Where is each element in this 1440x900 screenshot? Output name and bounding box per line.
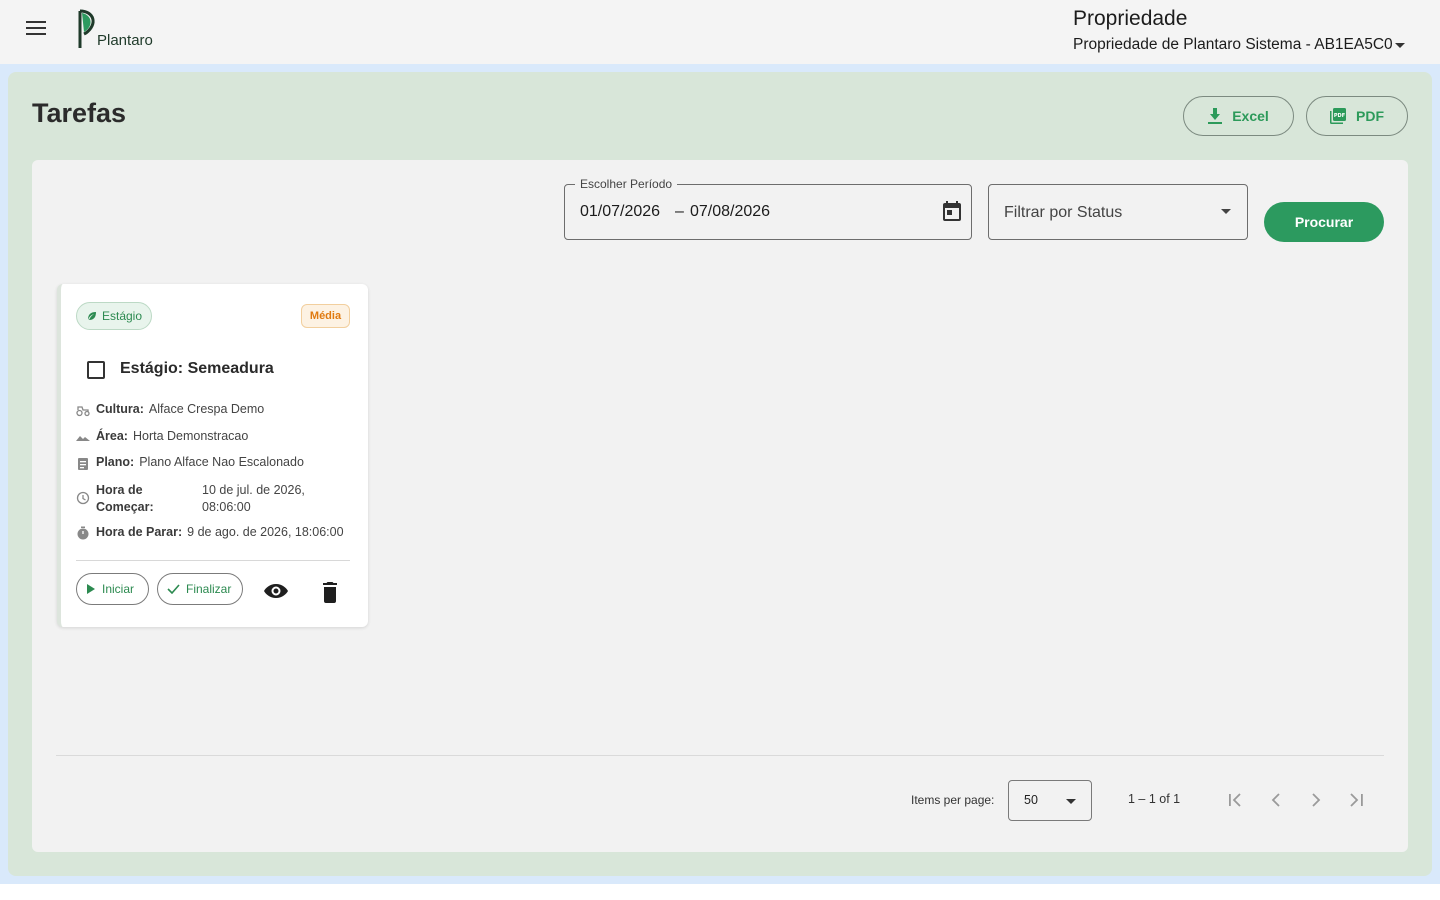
start-time-label: Hora de Começar: <box>96 483 154 514</box>
menu-icon <box>26 21 46 35</box>
area-label: Área: <box>96 429 128 443</box>
timer-icon <box>77 526 89 540</box>
plano-value: Plano Alface Nao Escalonado <box>139 455 304 469</box>
chevron-down-icon <box>1221 209 1231 214</box>
pdf-icon: PDF <box>1330 108 1346 124</box>
finish-task-button[interactable]: Finalizar <box>157 573 243 605</box>
card-divider <box>76 560 350 561</box>
finish-task-label: Finalizar <box>186 582 232 596</box>
search-button[interactable]: Procurar <box>1264 202 1384 242</box>
status-filter-placeholder: Filtrar por Status <box>1004 204 1123 221</box>
first-page-icon <box>1229 793 1241 807</box>
trash-icon[interactable] <box>318 578 342 604</box>
check-icon <box>167 584 180 594</box>
tractor-icon <box>76 406 90 417</box>
date-separator: – <box>675 203 684 220</box>
start-time-value: 10 de jul. de 2026, 08:06:00 <box>202 483 305 514</box>
stop-time-label: Hora de Parar: <box>96 525 183 539</box>
page-range-label: 1 – 1 of 1 <box>1128 792 1181 806</box>
export-excel-button[interactable]: Excel <box>1183 96 1294 136</box>
cultura-value: Alface Crespa Demo <box>148 402 265 416</box>
top-bar: Plantaro Propriedade Propriedade de Plan… <box>0 0 1440 64</box>
date-end-input[interactable]: 07/08/2026 <box>690 203 770 221</box>
leaf-icon <box>88 312 96 320</box>
menu-button[interactable] <box>20 12 52 44</box>
next-page-icon <box>1312 793 1321 807</box>
task-detail-plano: Plano: Plano Alface Nao Escalonado <box>76 455 304 470</box>
eye-icon[interactable] <box>262 578 290 604</box>
calendar-icon[interactable] <box>940 199 964 223</box>
next-page-button[interactable] <box>1302 786 1330 814</box>
property-title: Propriedade <box>1073 7 1188 30</box>
export-pdf-button[interactable]: PDF PDF <box>1306 96 1408 136</box>
logo-text: Plantaro <box>97 32 153 49</box>
date-start-input[interactable]: 01/07/2026 <box>580 203 660 221</box>
first-page-button[interactable] <box>1222 786 1250 814</box>
task-type-chip: Estágio <box>76 302 152 330</box>
last-page-button[interactable] <box>1342 786 1370 814</box>
terrain-icon <box>76 436 90 441</box>
items-per-page-label: Items per page: <box>911 793 995 807</box>
stop-time-value: 9 de ago. de 2026, 18:06:00 <box>187 525 344 539</box>
start-task-label: Iniciar <box>102 582 135 596</box>
property-selected-label: Propriedade de Plantaro Sistema - AB1EA5… <box>1073 36 1393 53</box>
page-title: Tarefas <box>32 98 127 128</box>
cultura-label: Cultura: <box>96 402 144 416</box>
items-per-page-select[interactable] <box>1008 780 1092 821</box>
clock-icon <box>76 491 90 505</box>
task-title: Estágio: Semeadura <box>120 360 274 377</box>
task-detail-cultura: Cultura: Alface Crespa Demo <box>76 402 264 417</box>
chevron-down-icon <box>1394 42 1405 48</box>
last-page-icon <box>1350 793 1363 807</box>
svg-text:PDF: PDF <box>1334 113 1345 119</box>
items-per-page-value: 50 <box>1024 793 1038 807</box>
period-label: Escolher Período <box>575 177 678 191</box>
task-complete-checkbox[interactable] <box>87 361 105 379</box>
previous-page-button[interactable] <box>1262 786 1290 814</box>
task-detail-stop-time: Hora de Parar: 9 de ago. de 2026, 18:06:… <box>76 525 344 540</box>
task-type-label: Estágio <box>102 309 143 323</box>
play-icon <box>87 584 95 594</box>
download-icon <box>1208 108 1223 124</box>
chevron-down-icon <box>1066 799 1076 804</box>
prev-page-icon <box>1271 793 1280 807</box>
priority-badge: Média <box>301 304 350 328</box>
area-value: Horta Demonstracao <box>132 429 249 443</box>
plano-label: Plano: <box>96 455 135 469</box>
property-selector[interactable]: Propriedade de Plantaro Sistema - AB1EA5… <box>1073 36 1405 54</box>
pdf-label: PDF <box>1356 108 1384 124</box>
paginator-divider <box>56 755 1384 756</box>
clipboard-icon <box>78 458 88 470</box>
task-detail-area: Área: Horta Demonstracao <box>76 429 248 444</box>
start-task-button[interactable]: Iniciar <box>76 573 149 605</box>
excel-label: Excel <box>1232 108 1269 124</box>
